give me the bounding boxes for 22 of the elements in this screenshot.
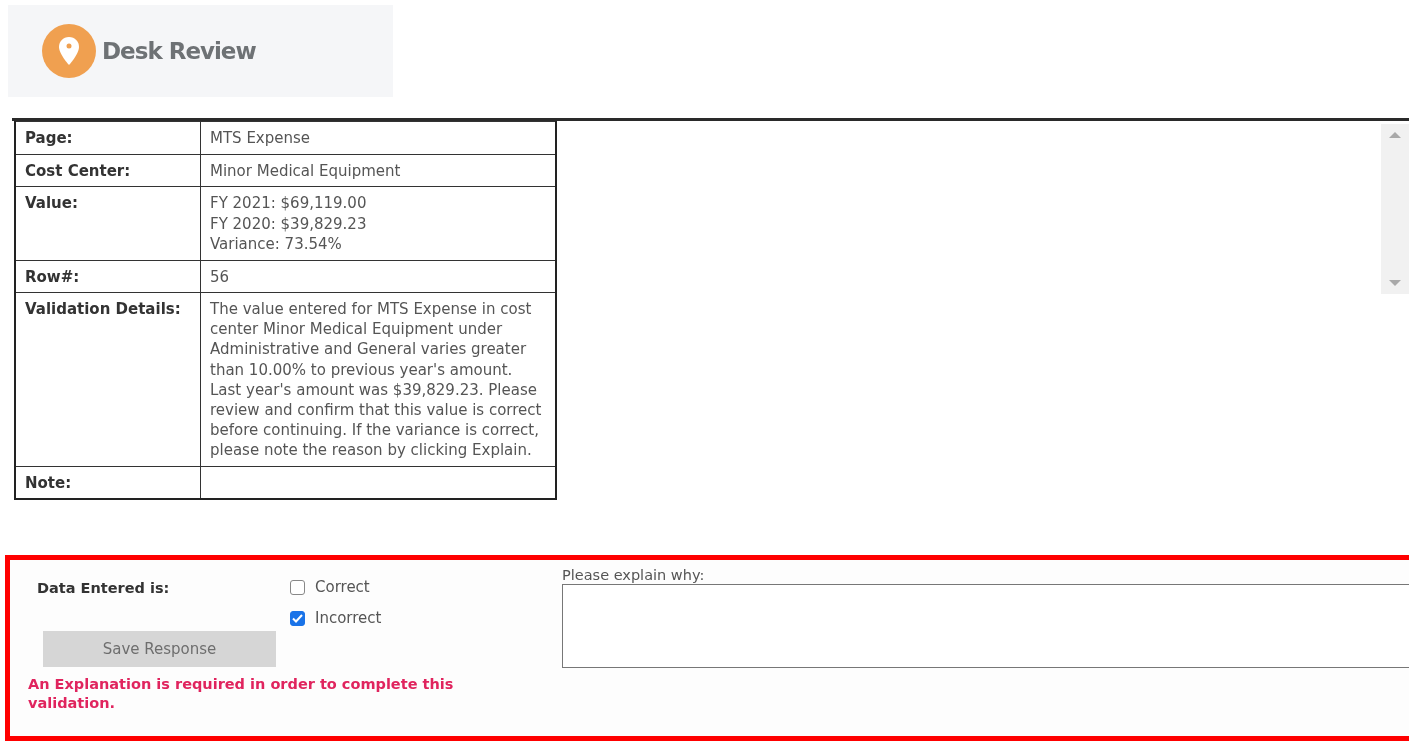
field-value: MTS Expense (200, 121, 556, 154)
explanation-field[interactable] (562, 584, 1409, 668)
value-line: FY 2020: $39,829.23 (210, 213, 368, 234)
field-label: Data Entered is: (37, 579, 171, 598)
field-label: Cost Center: (15, 154, 201, 187)
field-label: Validation Details: (15, 292, 201, 467)
scrollbar[interactable] (1381, 124, 1409, 294)
checkbox[interactable] (290, 579, 305, 595)
page-title: Desk Review (102, 38, 256, 64)
value-line: Variance: 73.54% (210, 234, 343, 255)
down-arrow-icon[interactable] (1389, 280, 1401, 286)
checkbox-label[interactable]: Incorrect (315, 609, 382, 627)
field-label: Please explain why: (562, 567, 706, 583)
checkbox-label[interactable]: Correct (315, 578, 370, 596)
field-label: Value: (15, 186, 201, 260)
field-label: Row#: (15, 260, 201, 293)
error-message: An Explanation is required in order to complete this validation. (28, 675, 455, 713)
up-arrow-icon[interactable] (1389, 132, 1401, 138)
checkbox[interactable] (290, 610, 305, 626)
location-pin-icon (42, 24, 96, 78)
field-label: Page: (15, 121, 201, 154)
value-line: FY 2021: $69,119.00 (210, 193, 368, 214)
